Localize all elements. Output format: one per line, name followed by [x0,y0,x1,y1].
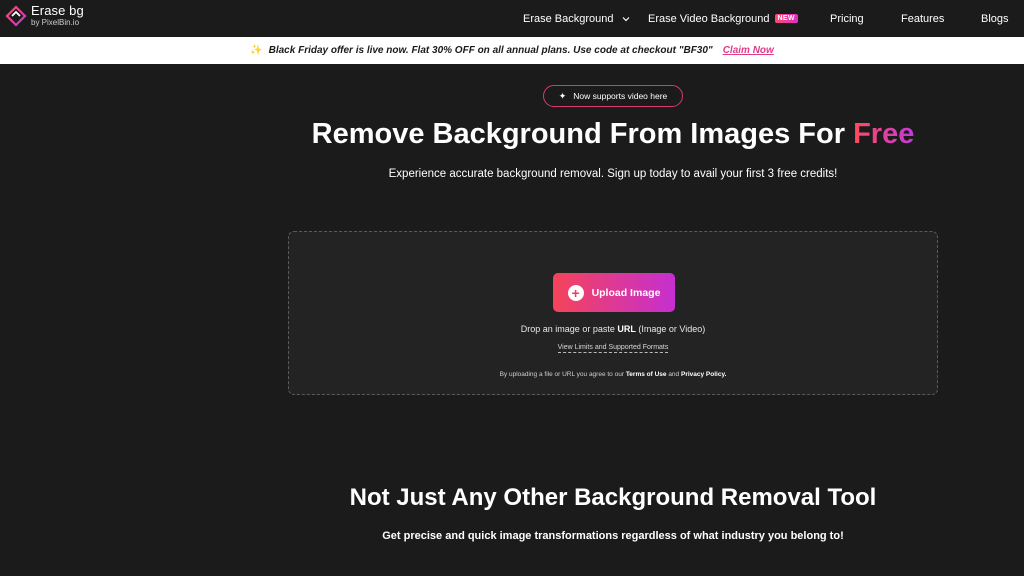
nav-erase-video-label: Erase Video Background [648,12,770,25]
drop-prefix: Drop an image or paste [520,324,618,334]
upload-image-button[interactable]: + Upload Image [553,273,675,312]
erase-bg-logo-icon [5,4,27,27]
drop-instructions: Drop an image or paste URL (Image or Vid… [289,324,937,334]
view-limits-link[interactable]: View Limits and Supported Formats [557,344,669,353]
nav-blogs[interactable]: Blogs [981,0,1009,37]
hero-title: Remove Background From Images For Free [0,118,1024,151]
paste-url-link[interactable]: URL [617,324,636,334]
nav-pricing-label: Pricing [830,12,864,25]
nav-blogs-label: Blogs [981,12,1009,25]
upload-dropzone[interactable]: + Upload Image Drop an image or paste UR… [288,231,938,395]
terms-notice: By uploading a file or URL you agree to … [289,371,937,378]
sparkle-small-icon: ✦ [558,90,567,101]
pill-text: Now supports video here [573,91,668,101]
brand-name: Erase bg [31,3,84,18]
video-support-pill[interactable]: ✦ Now supports video here [543,85,683,107]
hero-title-highlight: Free [853,118,915,150]
nav-features-label: Features [901,12,945,25]
hero-subtitle: Experience accurate background removal. … [388,168,838,180]
chevron-down-icon [622,16,629,21]
promo-banner: ✨ Black Friday offer is live now. Flat 3… [0,37,1024,64]
nav-erase-background[interactable]: Erase Background [523,0,630,37]
section-subtitle: Get precise and quick image transformati… [382,530,844,542]
nav-pricing[interactable]: Pricing [830,0,864,37]
top-nav: Erase bg by PixelBin.io Erase Background… [0,0,1024,37]
nav-erase-video-background[interactable]: Erase Video Background NEW [648,0,798,37]
sparkle-icon: ✨ [250,45,263,56]
nav-features[interactable]: Features [901,0,944,37]
brand-sub: by PixelBin.io [31,18,80,27]
promo-text: Black Friday offer is live now. Flat 30%… [268,45,713,56]
hero-title-main: Remove Background From Images For [311,118,854,150]
limits-link-row: View Limits and Supported Formats [289,344,937,353]
plus-icon: + [567,284,584,301]
new-badge: NEW [774,14,798,23]
terms-prefix: By uploading a file or URL you agree to … [499,371,626,378]
privacy-policy-link[interactable]: Privacy Policy. [681,371,726,378]
terms-and: and [666,371,681,378]
terms-of-use-link[interactable]: Terms of Use [626,371,667,378]
section-title: Not Just Any Other Background Removal To… [349,484,877,511]
upload-button-label: Upload Image [591,286,661,299]
claim-now-link[interactable]: Claim Now [723,45,774,56]
drop-suffix: (Image or Video) [635,324,706,334]
page: Erase bg by PixelBin.io Erase Background… [0,0,1024,576]
nav-erase-background-label: Erase Background [523,12,614,25]
brand-logo[interactable]: Erase bg by PixelBin.io [5,4,84,27]
